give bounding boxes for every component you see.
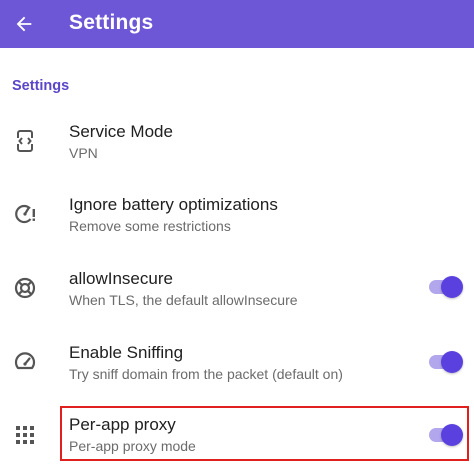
highlight-box <box>60 406 469 461</box>
switch-thumb <box>441 351 463 373</box>
setting-title: Service Mode <box>69 122 173 141</box>
setting-title: Enable Sniffing <box>69 343 184 362</box>
setting-subtitle: VPN <box>69 145 98 161</box>
setting-enable-sniffing[interactable]: Enable Sniffing Try sniff domain from th… <box>0 331 474 393</box>
setting-subtitle: Try sniff domain from the packet (defaul… <box>69 366 343 382</box>
apps-grid-icon <box>12 422 38 448</box>
section-header: Settings <box>12 78 70 94</box>
speedometer-icon <box>12 349 38 375</box>
page-title: Settings <box>69 11 154 34</box>
setting-allow-insecure[interactable]: allowInsecure When TLS, the default allo… <box>0 257 474 319</box>
setting-subtitle: Remove some restrictions <box>69 218 231 234</box>
switch-thumb <box>441 276 463 298</box>
setting-subtitle: When TLS, the default allowInsecure <box>69 292 298 308</box>
back-button[interactable] <box>0 0 48 48</box>
service-mode-icon <box>12 128 38 154</box>
arrow-back-icon <box>16 16 32 32</box>
allow-insecure-switch[interactable] <box>427 274 463 298</box>
battery-alert-icon <box>12 201 38 227</box>
enable-sniffing-switch[interactable] <box>427 349 463 373</box>
setting-title: Ignore battery optimizations <box>69 195 278 214</box>
app-bar: Settings <box>0 0 474 48</box>
setting-ignore-battery[interactable]: Ignore battery optimizations Remove some… <box>0 183 474 245</box>
lifebuoy-icon <box>12 275 38 301</box>
setting-title: allowInsecure <box>69 269 173 288</box>
setting-service-mode[interactable]: Service Mode VPN <box>0 110 474 172</box>
